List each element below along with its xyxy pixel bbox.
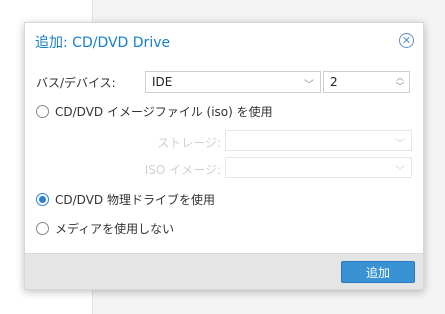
close-icon[interactable]: ✕ bbox=[399, 33, 414, 48]
iso-image-select: ﹀ bbox=[225, 157, 412, 178]
iso-image-label: ISO イメージ: bbox=[144, 163, 221, 177]
radio-physical[interactable] bbox=[36, 193, 49, 206]
add-button[interactable]: 追加 bbox=[341, 261, 415, 283]
radio-iso[interactable] bbox=[36, 105, 49, 118]
spinner-down-icon[interactable]: ﹀ bbox=[396, 83, 404, 91]
bus-type-value: IDE bbox=[152, 75, 173, 89]
chevron-down-icon[interactable]: ﹀ bbox=[304, 76, 314, 91]
add-cd-dvd-dialog: 追加: CD/DVD Drive ✕ バス/デバイス: IDE ﹀ 2 ︿ ﹀ … bbox=[24, 22, 424, 290]
bus-type-select[interactable]: IDE ﹀ bbox=[145, 71, 321, 93]
radio-none-label: メディアを使用しない bbox=[55, 222, 175, 236]
dialog-title: 追加: CD/DVD Drive bbox=[35, 35, 171, 51]
radio-physical-option[interactable]: CD/DVD 物理ドライブを使用 bbox=[36, 191, 215, 208]
radio-physical-label: CD/DVD 物理ドライブを使用 bbox=[55, 193, 215, 207]
bus-device-label: バス/デバイス: bbox=[36, 76, 116, 90]
radio-none[interactable] bbox=[36, 222, 49, 235]
chevron-down-icon: ﹀ bbox=[395, 166, 405, 177]
radio-iso-label: CD/DVD イメージファイル (iso) を使用 bbox=[55, 105, 273, 119]
radio-none-option[interactable]: メディアを使用しない bbox=[36, 220, 174, 237]
storage-label: ストレージ: bbox=[157, 136, 221, 150]
chevron-down-icon: ﹀ bbox=[395, 139, 405, 150]
device-number-value: 2 bbox=[330, 75, 338, 89]
radio-iso-option[interactable]: CD/DVD イメージファイル (iso) を使用 bbox=[36, 103, 273, 120]
spinner-up-icon[interactable]: ︿ bbox=[396, 74, 404, 82]
device-number-spinner[interactable]: 2 ︿ ﹀ bbox=[323, 71, 410, 93]
dialog-footer: 追加 bbox=[25, 253, 423, 289]
storage-select: ﹀ bbox=[225, 130, 412, 151]
